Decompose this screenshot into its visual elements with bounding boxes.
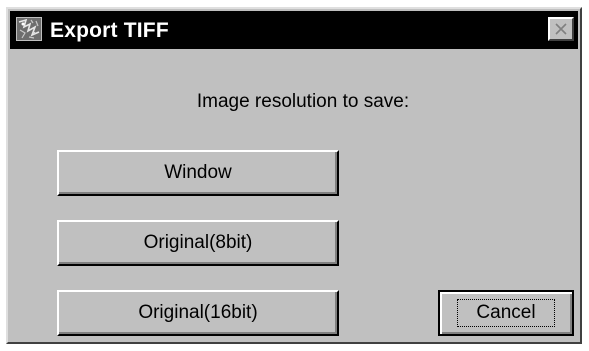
window-title: Export TIFF <box>50 19 169 42</box>
resolution-prompt: Image resolution to save: <box>196 91 410 112</box>
cancel-button[interactable]: Cancel <box>438 290 574 336</box>
cancel-label: Cancel <box>457 299 555 327</box>
close-icon <box>550 19 572 39</box>
title-bar[interactable]: Export TIFF <box>10 11 578 49</box>
original-8bit-button[interactable]: Original(8bit) <box>57 220 339 266</box>
original-16bit-button[interactable]: Original(16bit) <box>57 290 339 336</box>
close-button[interactable] <box>548 17 574 41</box>
original-16bit-label: Original(16bit) <box>138 302 258 323</box>
original-8bit-label: Original(8bit) <box>143 232 253 253</box>
window-resolution-label: Window <box>164 162 232 183</box>
tiff-export-icon <box>16 17 42 41</box>
window-resolution-button[interactable]: Window <box>57 150 339 196</box>
export-tiff-dialog: Export TIFF Image resolution to save: Wi… <box>6 7 582 344</box>
